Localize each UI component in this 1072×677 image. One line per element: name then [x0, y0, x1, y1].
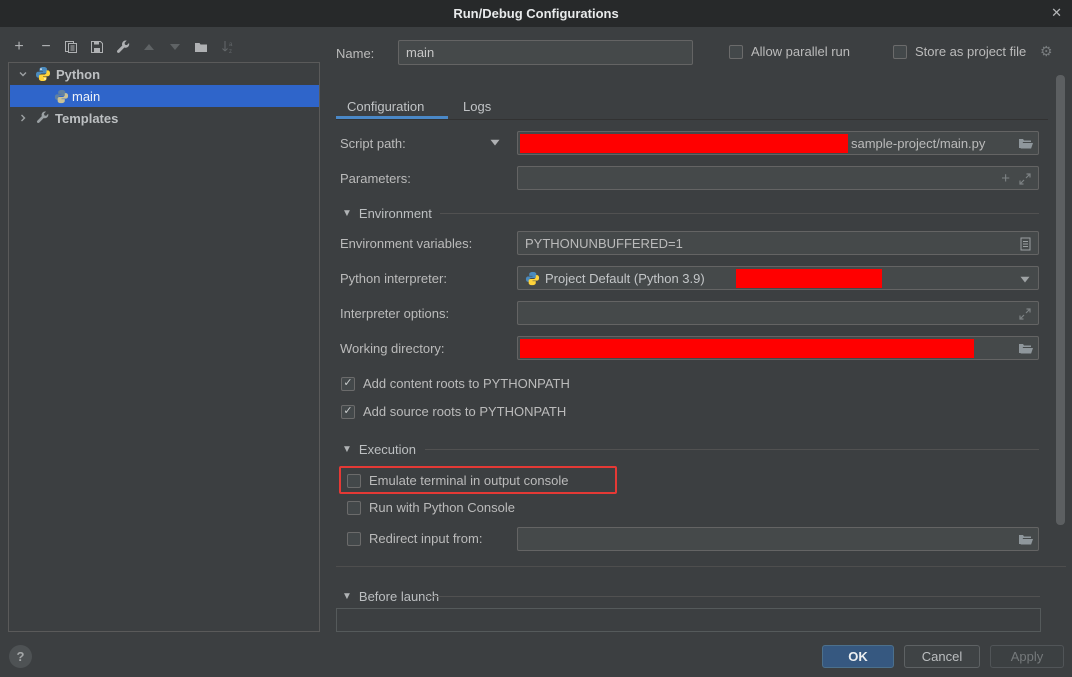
checkbox-box [347, 532, 361, 546]
redacted-interpreter-block [736, 269, 882, 288]
checkbox-label: Redirect input from: [369, 531, 482, 546]
dropdown-caret-icon [1020, 276, 1030, 283]
configurations-tree-panel: Python main Templates [8, 62, 320, 632]
tree-item-main-selected[interactable]: main [10, 85, 319, 107]
wrench-icon [36, 111, 50, 125]
checkbox-label: Run with Python Console [369, 500, 515, 515]
cancel-button[interactable]: Cancel [904, 645, 980, 668]
edit-variables-list-icon[interactable] [1020, 237, 1031, 251]
python-interpreter-label: Python interpreter: [340, 271, 447, 286]
store-as-project-file-checkbox[interactable]: Store as project file [893, 44, 1026, 59]
apply-button[interactable]: Apply [990, 645, 1064, 668]
browse-folder-icon[interactable] [1018, 534, 1034, 546]
expand-field-icon[interactable] [1019, 308, 1031, 320]
parameters-input[interactable]: + [517, 166, 1039, 190]
run-with-python-console-checkbox[interactable]: Run with Python Console [347, 500, 515, 515]
help-button[interactable]: ? [9, 645, 32, 668]
execution-section-header[interactable]: ▼ Execution [342, 442, 416, 457]
chevron-right-icon [18, 113, 28, 123]
env-variables-value: PYTHONUNBUFFERED=1 [522, 236, 683, 251]
interpreter-options-input[interactable] [517, 301, 1039, 325]
checkbox-box [893, 45, 907, 59]
close-icon[interactable]: ✕ [1051, 5, 1062, 21]
add-content-roots-checkbox[interactable]: Add content roots to PYTHONPATH [341, 376, 570, 391]
working-directory-label: Working directory: [340, 341, 445, 356]
move-down-icon[interactable] [166, 38, 184, 56]
checkbox-label: Emulate terminal in output console [369, 473, 568, 488]
name-label: Name: [336, 46, 374, 61]
browse-folder-icon[interactable] [1018, 138, 1034, 150]
script-path-label: Script path: [340, 136, 406, 151]
section-divider [440, 213, 1039, 214]
redacted-script-path-block [520, 134, 848, 153]
tabs-separator [336, 119, 1048, 120]
vertical-scrollbar-thumb[interactable] [1056, 75, 1065, 525]
working-directory-input[interactable] [517, 336, 1039, 360]
expand-field-icon[interactable] [1019, 173, 1031, 185]
emulate-terminal-checkbox[interactable]: Emulate terminal in output console [347, 473, 568, 488]
checkbox-box [729, 45, 743, 59]
python-logo-icon [525, 271, 540, 286]
ok-button[interactable]: OK [822, 645, 894, 668]
remove-icon[interactable]: − [37, 38, 55, 56]
allow-parallel-run-checkbox[interactable]: Allow parallel run [729, 44, 850, 59]
add-macro-plus-icon[interactable]: + [1001, 170, 1010, 187]
section-collapse-triangle-icon: ▼ [342, 444, 352, 455]
checkbox-label: Store as project file [915, 44, 1026, 59]
add-icon[interactable]: + [10, 38, 28, 56]
python-logo-icon [54, 89, 69, 104]
checkbox-checked-box [341, 405, 355, 419]
checkbox-box [347, 474, 361, 488]
script-path-dropdown-caret-icon[interactable] [490, 139, 500, 146]
save-icon[interactable] [88, 38, 106, 56]
copy-icon[interactable] [62, 38, 80, 56]
redirect-input-file-input[interactable] [517, 527, 1039, 551]
tree-item-python[interactable]: Python [10, 63, 319, 85]
redacted-working-directory-block [520, 339, 974, 358]
edit-templates-wrench-icon[interactable] [114, 38, 132, 56]
tab-logs[interactable]: Logs [463, 93, 491, 119]
content-bottom-divider [336, 566, 1066, 567]
tree-item-templates[interactable]: Templates [10, 107, 319, 129]
before-launch-task-list[interactable] [336, 608, 1041, 632]
add-source-roots-checkbox[interactable]: Add source roots to PYTHONPATH [341, 404, 566, 419]
environment-section-header[interactable]: ▼ Environment [342, 206, 432, 221]
checkbox-box [347, 501, 361, 515]
section-collapse-triangle-icon: ▼ [342, 208, 352, 219]
interpreter-options-label: Interpreter options: [340, 306, 449, 321]
tree-item-label: main [72, 89, 100, 104]
sort-alphabetically-icon[interactable]: az [219, 38, 237, 56]
section-collapse-triangle-icon: ▼ [342, 591, 352, 602]
section-divider [425, 596, 1040, 597]
checkbox-label: Add content roots to PYTHONPATH [363, 376, 570, 391]
run-debug-configurations-dialog: Run/Debug Configurations ✕ + − az Python… [0, 0, 1072, 677]
interpreter-value: Project Default (Python 3.9) [545, 271, 705, 286]
browse-folder-icon[interactable] [1018, 343, 1034, 355]
checkbox-label: Add source roots to PYTHONPATH [363, 404, 566, 419]
checkbox-label: Allow parallel run [751, 44, 850, 59]
move-up-icon[interactable] [140, 38, 158, 56]
python-interpreter-dropdown[interactable]: Project Default (Python 3.9) [517, 266, 1039, 290]
script-path-input[interactable]: sample-project/main.py [517, 131, 1039, 155]
python-logo-icon [35, 66, 51, 82]
svg-text:z: z [229, 49, 232, 54]
checkbox-checked-box [341, 377, 355, 391]
svg-text:a: a [229, 42, 233, 48]
script-path-value: sample-project/main.py [851, 136, 985, 151]
gear-icon[interactable]: ⚙ [1040, 43, 1053, 60]
section-divider [425, 449, 1039, 450]
tree-item-label: Python [56, 67, 100, 82]
dialog-title: Run/Debug Configurations [453, 6, 618, 21]
env-variables-label: Environment variables: [340, 236, 472, 251]
new-folder-icon[interactable] [192, 38, 210, 56]
redirect-input-checkbox[interactable]: Redirect input from: [347, 531, 482, 546]
name-input[interactable] [398, 40, 693, 65]
chevron-down-icon [18, 69, 28, 79]
parameters-label: Parameters: [340, 171, 411, 186]
env-variables-input[interactable]: PYTHONUNBUFFERED=1 [517, 231, 1039, 255]
tree-item-label: Templates [55, 111, 118, 126]
title-bar: Run/Debug Configurations ✕ [0, 0, 1072, 27]
